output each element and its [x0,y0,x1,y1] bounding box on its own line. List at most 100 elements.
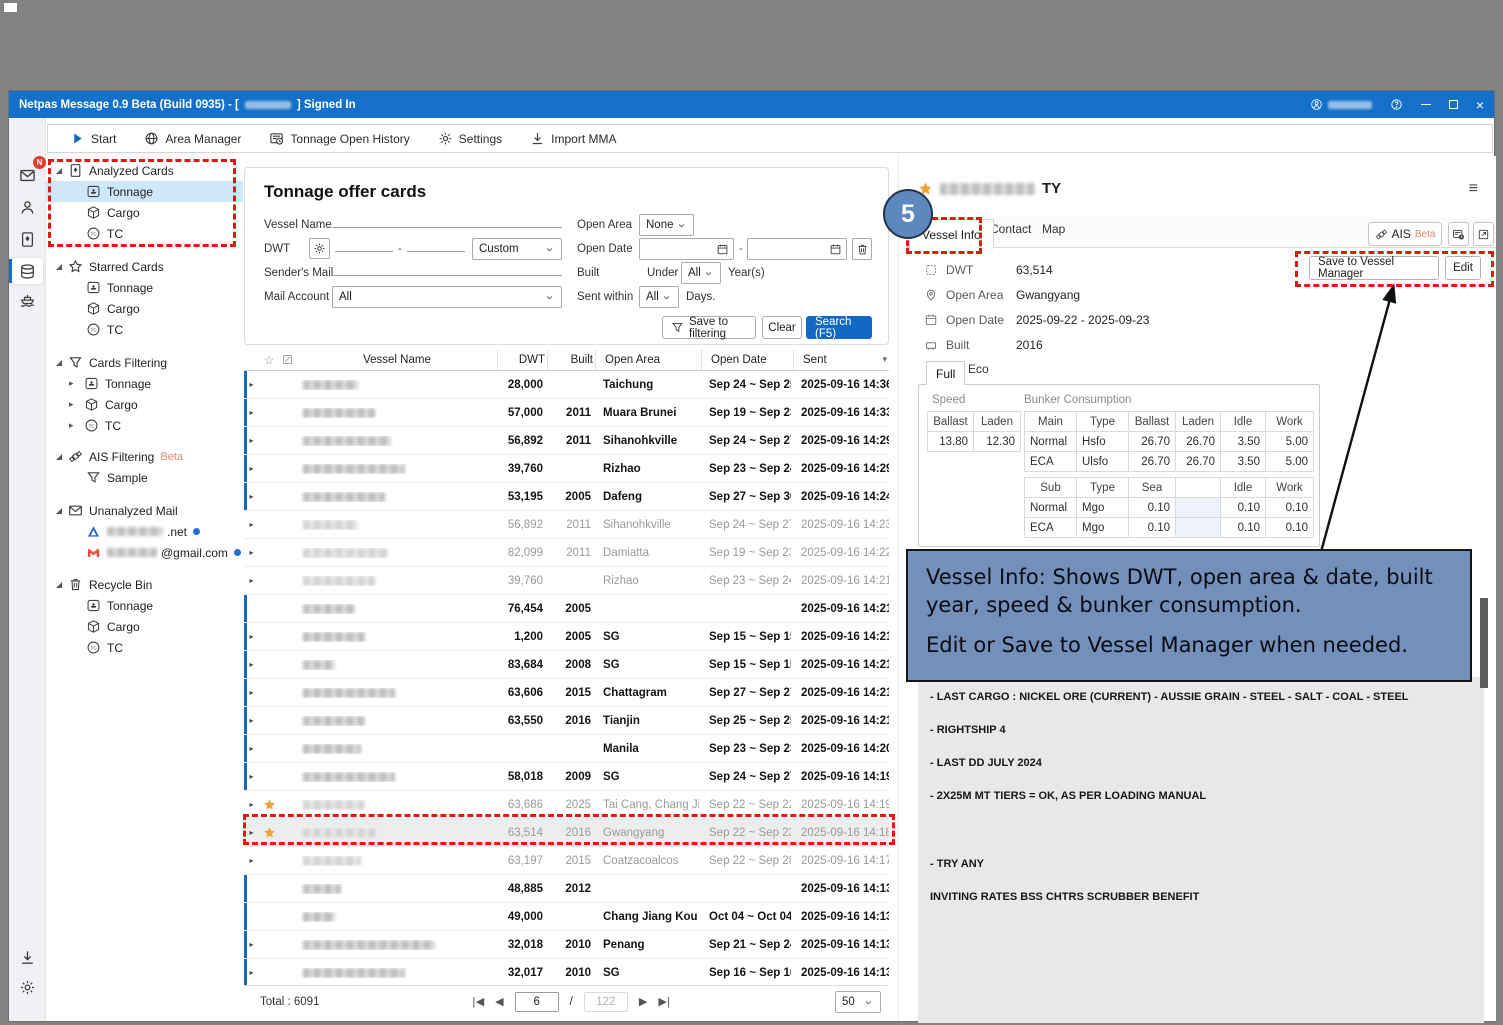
help-button[interactable] [1390,98,1403,111]
row-expand-icon[interactable]: ▸ [244,408,259,417]
row-expand-icon[interactable]: ▸ [244,576,259,585]
table-row[interactable]: ▸39,760RizhaoSep 23 ~ Sep 242025-09-16 1… [244,567,889,595]
sidebar-item-cargo[interactable]: Cargo [46,202,243,223]
toolbar-tonnage-open-history[interactable]: Tonnage Open History [269,131,409,146]
dwt-max-input[interactable] [407,232,465,252]
dwt-header[interactable]: DWT [497,349,547,370]
row-expand-icon[interactable]: ▸ [244,772,259,781]
table-row[interactable]: ▸63,6862025Tai Cang, Chang Jia...Sep 22 … [244,791,889,819]
minimize-button[interactable] [1421,104,1431,105]
sidebar-item-cargo[interactable]: ▸Cargo [46,394,243,415]
row-expand-icon[interactable]: ▸ [244,800,259,809]
sidebar-group-recycle-bin[interactable]: Recycle Bin [46,574,243,595]
sidebar-item-tonnage[interactable]: Tonnage [46,595,243,616]
row-expand-icon[interactable]: ▸ [244,744,259,753]
rail-ship-button[interactable] [12,286,43,312]
open-date-header[interactable]: Open Date [701,349,793,370]
row-expand-icon[interactable]: ▸ [244,856,259,865]
first-page-icon[interactable]: |◀ [472,995,484,1008]
built-header[interactable]: Built [547,349,595,370]
collapsed-arrow-icon[interactable]: ▸ [69,421,78,431]
table-row[interactable]: ▸56,8922011SihanohkvilleSep 24 ~ Sep 272… [244,427,889,455]
built-select[interactable]: All [681,262,721,284]
sidebar-group-analyzed-cards[interactable]: Analyzed Cards [46,160,243,181]
sidebar-item-tonnage[interactable]: Tonnage [46,277,243,298]
scrollbar-thumb[interactable] [1480,598,1488,688]
rail-dbcards-button[interactable] [12,258,43,284]
sidebar-group-starred-cards[interactable]: Starred Cards [46,256,243,277]
sidebar-item-tonnage[interactable]: Tonnage [46,181,243,202]
sidebar-item-redacted-mail[interactable]: .net [46,521,243,542]
open-date-from-input[interactable] [639,238,734,260]
sidebar-item-tc[interactable]: TCTC [46,319,243,340]
rail-gear-button-bottom[interactable] [12,974,43,1000]
tab-map[interactable]: Map [1042,222,1065,236]
table-row[interactable]: ▸63,5502016TianjinSep 25 ~ Sep 252025-09… [244,707,889,735]
toolbar-settings[interactable]: Settings [438,131,502,146]
maximize-button[interactable] [1449,100,1458,109]
rail-mail-button[interactable]: N [12,162,43,188]
expanded-arrow-icon[interactable] [56,264,62,270]
tab-full[interactable]: Full [926,361,965,385]
page-input[interactable]: 6 [515,992,559,1012]
expanded-arrow-icon[interactable] [56,360,62,366]
sidebar-item-cargo[interactable]: Cargo [46,616,243,637]
row-expand-icon[interactable]: ▸ [244,660,259,669]
table-row[interactable]: ▸32,0172010SGSep 16 ~ Sep 162025-09-16 1… [244,959,889,987]
collapsed-arrow-icon[interactable]: ▸ [69,400,78,410]
row-expand-icon[interactable]: ▸ [244,716,259,725]
table-row[interactable]: 49,000Chang Jiang KouOct 04 ~ Oct 042025… [244,903,889,931]
sidebar-item-tonnage[interactable]: ▸Tonnage [46,373,243,394]
note-column-header[interactable] [279,349,297,370]
next-page-icon[interactable]: ▶ [639,995,647,1008]
sidebar-group-unanalyzed-mail[interactable]: Unanalyzed Mail [46,500,243,521]
star-column-header[interactable]: ☆ [259,349,279,370]
table-row-selected[interactable]: ▸63,5142016GwangyangSep 22 ~ Sep 232025-… [244,819,889,847]
row-expand-icon[interactable]: ▸ [244,632,259,641]
prev-page-icon[interactable]: ◀ [495,995,503,1008]
toolbar-area-manager[interactable]: Area Manager [144,131,241,146]
row-expand-icon[interactable]: ▸ [244,548,259,557]
vessel-name-header[interactable]: Vessel Name [297,349,497,370]
row-expand-icon[interactable]: ▸ [244,464,259,473]
open-date-to-input[interactable] [747,238,847,260]
open-external-button[interactable] [1473,222,1494,246]
open-area-header[interactable]: Open Area [595,349,701,370]
table-row[interactable]: ▸28,000TaichungSep 24 ~ Sep 252025-09-16… [244,371,889,399]
row-expand-icon[interactable]: ▸ [244,520,259,529]
table-row[interactable]: ▸82,0992011DamiattaSep 19 ~ Sep 232025-0… [244,539,889,567]
expanded-arrow-icon[interactable] [56,508,62,514]
table-row[interactable]: ▸39,760RizhaoSep 23 ~ Sep 242025-09-16 1… [244,455,889,483]
row-expand-icon[interactable]: ▸ [244,940,259,949]
table-row[interactable]: ▸32,0182010PenangSep 21 ~ Sep 242025-09-… [244,931,889,959]
rail-download-button-bottom[interactable] [12,944,43,970]
mail-account-select[interactable]: All [332,286,562,308]
sidebar-group-cards-filtering[interactable]: Cards Filtering [46,352,243,373]
sent-header[interactable]: Sent▾ [793,349,889,370]
open-date-clear-button[interactable] [852,238,872,260]
row-expand-icon[interactable]: ▸ [244,492,259,501]
row-star-cell[interactable] [259,826,279,839]
table-row[interactable]: ▸83,6842008SGSep 15 ~ Sep 152025-09-16 1… [244,651,889,679]
rail-person-button[interactable] [12,194,43,220]
close-button[interactable]: × [1476,98,1484,112]
rail-cardspade-button[interactable] [12,226,43,252]
page-size-select[interactable]: 50 [835,991,881,1013]
table-row[interactable]: ▸ManilaSep 23 ~ Sep 232025-09-16 14:20 [244,735,889,763]
table-row[interactable]: ▸56,8922011SihanohkvilleSep 24 ~ Sep 272… [244,511,889,539]
edit-button[interactable]: Edit [1445,256,1481,280]
table-row[interactable]: ▸63,1972015CoatzacoalcosSep 22 ~ Sep 282… [244,847,889,875]
ais-button[interactable]: AISBeta [1368,222,1442,246]
senders-mail-input[interactable] [332,256,562,276]
search-button[interactable]: Search (F5) [806,316,872,339]
table-row[interactable]: ▸53,1952005DafengSep 27 ~ Sep 302025-09-… [244,483,889,511]
row-expand-icon[interactable]: ▸ [244,688,259,697]
sidebar-item-tc[interactable]: TCTC [46,637,243,658]
sent-within-select[interactable]: All [639,286,679,308]
menu-icon[interactable]: ≡ [1469,180,1478,198]
table-row[interactable]: ▸58,0182009SGSep 24 ~ Sep 272025-09-16 1… [244,763,889,791]
tab-contact[interactable]: Contact [990,222,1031,236]
dwt-settings-button[interactable] [309,238,330,259]
clear-button[interactable]: Clear [762,316,802,339]
row-star-cell[interactable] [259,798,279,811]
